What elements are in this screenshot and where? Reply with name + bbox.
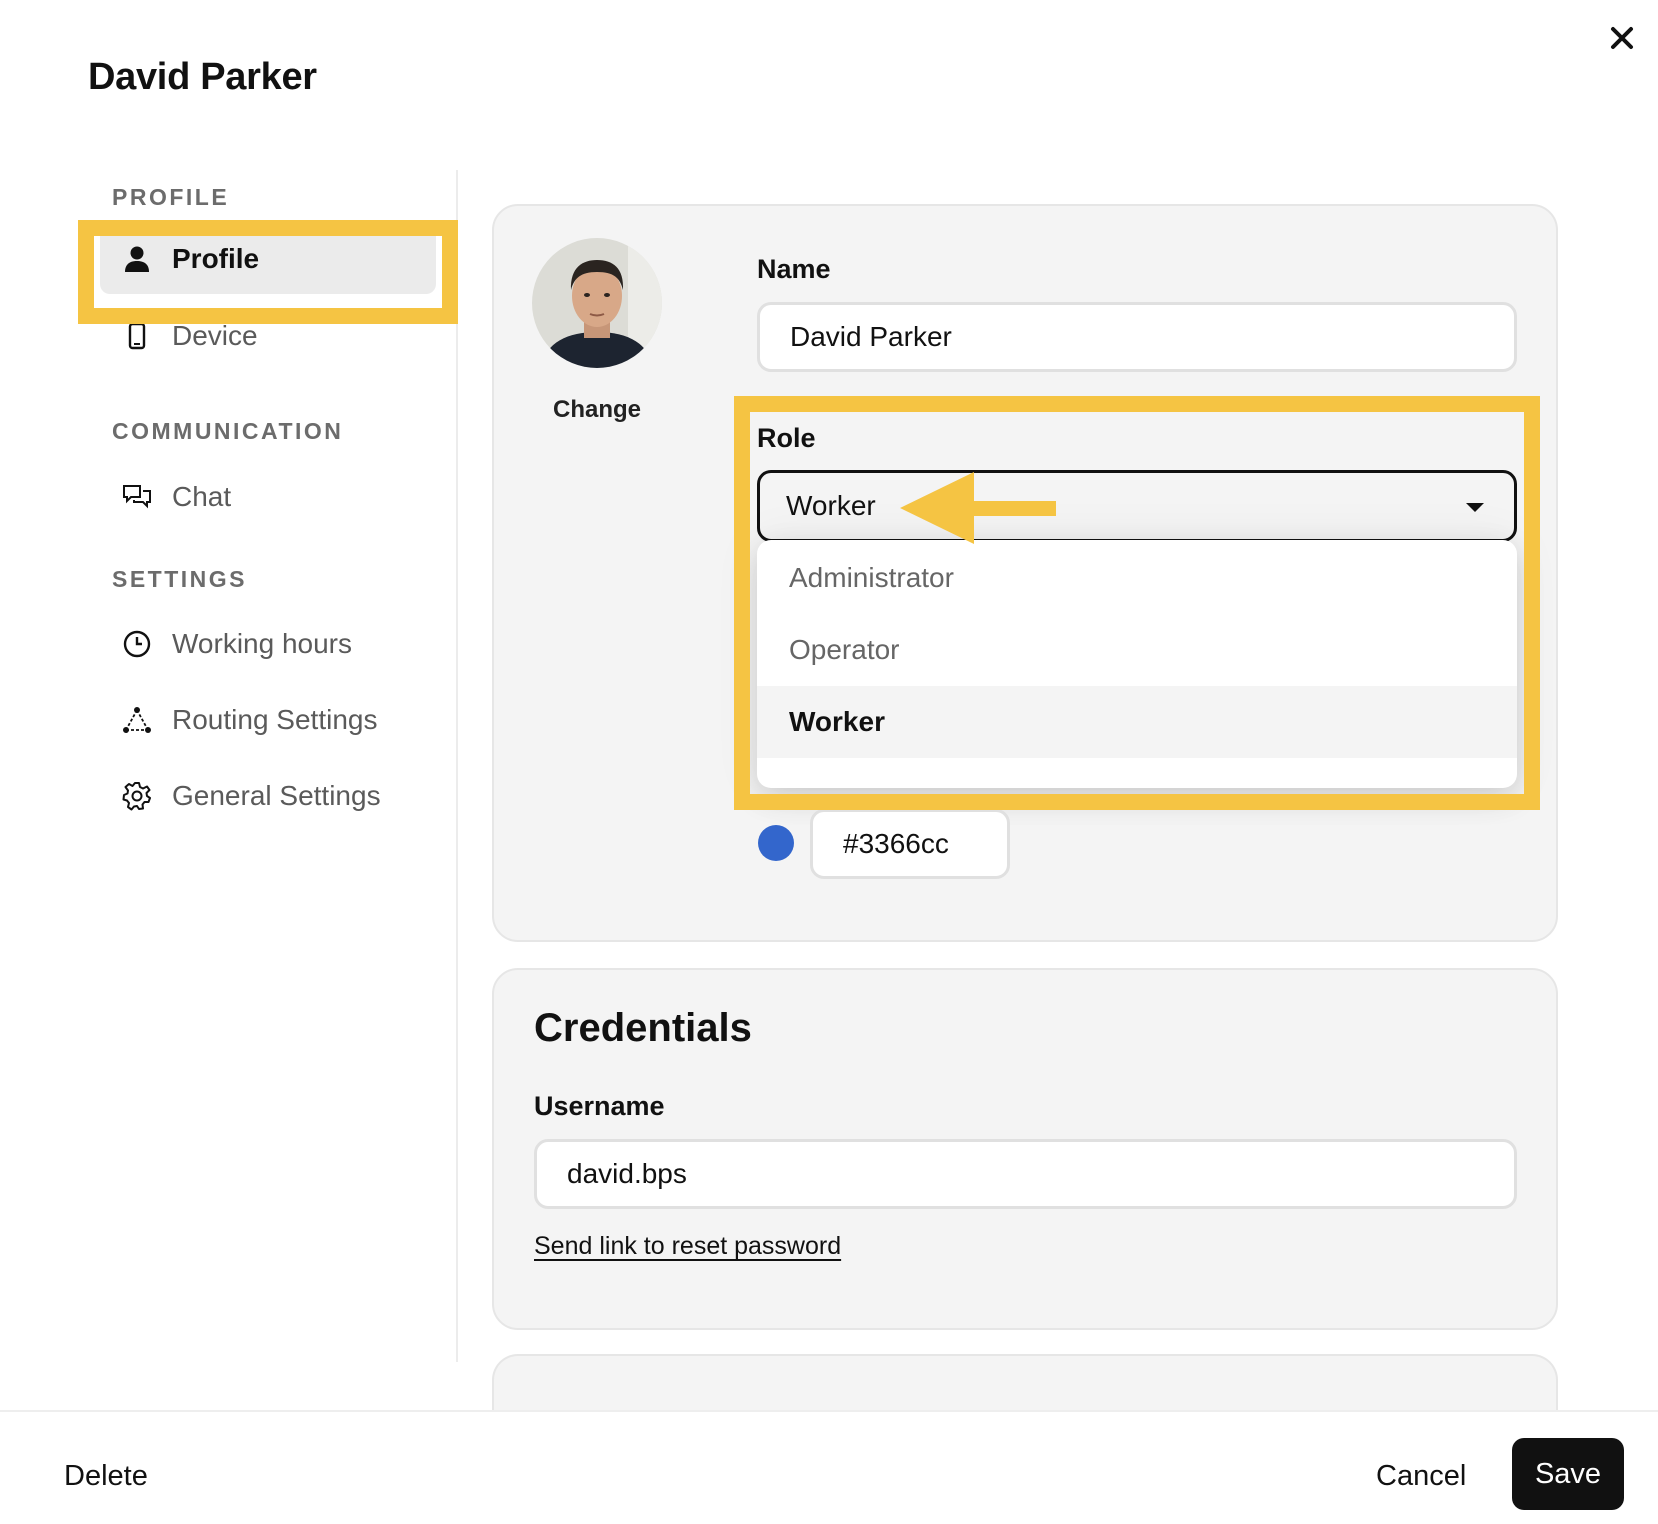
sidebar-item-profile[interactable]: Profile: [100, 224, 436, 294]
sidebar-item-routing-settings[interactable]: Routing Settings: [100, 685, 436, 755]
section-label-profile: PROFILE: [112, 184, 230, 210]
role-label: Role: [757, 423, 816, 453]
avatar[interactable]: [532, 238, 662, 368]
sidebar-item-label: Chat: [172, 481, 232, 512]
next-card-peek: [492, 1354, 1558, 1414]
change-avatar-link[interactable]: Change: [532, 396, 662, 424]
role-select-value: Worker: [786, 490, 876, 521]
close-icon: [1611, 27, 1633, 49]
username-label: Username: [534, 1091, 665, 1121]
chat-icon: [122, 482, 152, 512]
username-field[interactable]: david.bps: [534, 1139, 1517, 1209]
section-label-settings: SETTINGS: [112, 566, 248, 592]
sidebar-item-label: Working hours: [172, 628, 353, 659]
sidebar-item-label: General Settings: [172, 780, 381, 811]
cancel-button[interactable]: Cancel: [1376, 1460, 1466, 1493]
role-option-operator[interactable]: Operator: [757, 614, 1517, 686]
sidebar-item-working-hours[interactable]: Working hours: [100, 609, 436, 679]
sidebar-item-label: Routing Settings: [172, 704, 378, 735]
person-icon: [122, 244, 152, 274]
credentials-title: Credentials: [534, 1006, 752, 1050]
sidebar-item-chat[interactable]: Chat: [100, 462, 436, 532]
name-field[interactable]: David Parker: [757, 302, 1517, 372]
color-field[interactable]: #3366cc: [810, 809, 1010, 879]
routing-icon: [122, 705, 152, 735]
sidebar-item-device[interactable]: Device: [100, 301, 436, 371]
color-swatch[interactable]: [758, 825, 794, 861]
gear-icon: [122, 781, 152, 811]
role-option-worker[interactable]: Worker: [757, 686, 1517, 758]
phone-icon: [122, 321, 152, 351]
close-button[interactable]: [1602, 18, 1642, 58]
section-label-communication: COMMUNICATION: [112, 418, 344, 444]
clock-icon: [122, 629, 152, 659]
role-select[interactable]: Worker: [757, 470, 1517, 542]
avatar-photo-icon: [532, 238, 662, 368]
role-option-administrator[interactable]: Administrator: [757, 542, 1517, 614]
page-title: David Parker: [88, 56, 317, 98]
caret-down-icon: [1466, 503, 1484, 512]
sidebar-item-label: Profile: [172, 243, 260, 274]
reset-password-link[interactable]: Send link to reset password: [534, 1232, 841, 1261]
name-label: Name: [757, 254, 831, 284]
role-dropdown-menu: Administrator Operator Worker: [757, 540, 1517, 788]
delete-button[interactable]: Delete: [64, 1460, 148, 1493]
footer-bar: Delete Cancel Save: [0, 1410, 1658, 1524]
sidebar-item-label: Device: [172, 320, 258, 351]
sidebar-item-general-settings[interactable]: General Settings: [100, 761, 436, 831]
save-button[interactable]: Save: [1512, 1438, 1624, 1510]
